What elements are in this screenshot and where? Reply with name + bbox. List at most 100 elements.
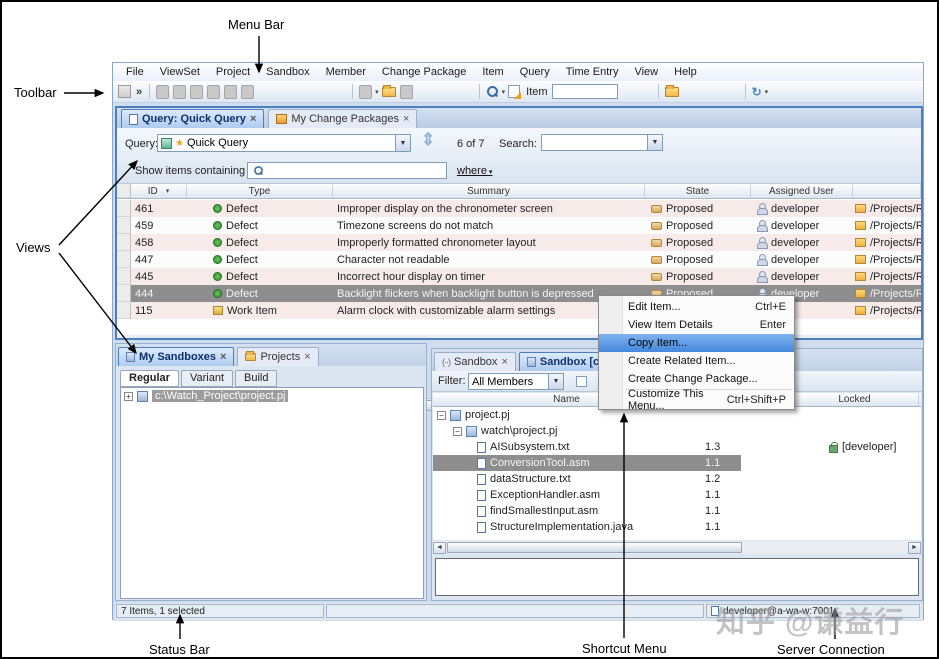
refresh-icon[interactable] — [752, 85, 762, 99]
member-description-box[interactable] — [435, 558, 919, 596]
table-row-459[interactable]: 459 Defect Timezone screens do not match… — [117, 217, 921, 234]
document-icon-6[interactable] — [241, 85, 254, 99]
member-action-icon-2[interactable] — [400, 85, 413, 99]
menu-time-entry[interactable]: Time Entry — [559, 64, 626, 80]
range-indicator: 6 of 7 — [457, 138, 485, 150]
document-icon-5[interactable] — [224, 85, 237, 99]
scrollbar-thumb[interactable] — [447, 542, 742, 553]
document-icon-4[interactable] — [207, 85, 220, 99]
subtab-regular[interactable]: Regular — [120, 370, 179, 387]
chevron-down-icon[interactable] — [375, 88, 379, 96]
row-handle[interactable] — [117, 200, 131, 217]
menu-member[interactable]: Member — [319, 64, 373, 80]
table-row-447[interactable]: 447 Defect Character not readable Propos… — [117, 251, 921, 268]
tree-row-file[interactable]: AISubsystem.txt 1.3 [developer] — [433, 439, 921, 455]
member-action-icon[interactable] — [359, 85, 372, 99]
menu-item-customize-this-menu[interactable]: Customize This Menu... Ctrl+Shift+P — [599, 391, 794, 409]
tree-row-file[interactable]: StructureImplementation.java 1.1 — [433, 519, 921, 535]
row-handle[interactable] — [117, 217, 131, 234]
cell-state: Proposed — [645, 251, 751, 268]
subtab-build[interactable]: Build — [235, 370, 277, 387]
column-id[interactable]: ID — [131, 184, 187, 198]
tab-my-change-packages[interactable]: My Change Packages — [268, 109, 417, 128]
document-icon-1[interactable] — [156, 85, 169, 99]
menu-file[interactable]: File — [119, 64, 151, 80]
table-row-115[interactable]: 115 Work Item Alarm clock with customiza… — [117, 302, 921, 319]
menu-change-package[interactable]: Change Package — [375, 64, 473, 80]
expand-icon[interactable]: + — [124, 392, 133, 401]
row-handle[interactable] — [117, 285, 131, 302]
menu-view[interactable]: View — [627, 64, 665, 80]
tab-close-icon[interactable] — [403, 113, 409, 125]
subtab-variant[interactable]: Variant — [181, 370, 233, 387]
item-id-input[interactable] — [552, 84, 618, 99]
filter-checkbox[interactable] — [576, 376, 587, 387]
toolbar-overflow-chevron-icon[interactable] — [136, 86, 142, 98]
item-field-label: Item — [526, 86, 547, 98]
sandbox-root-row[interactable]: + c:\Watch_Project\project.pj — [121, 388, 423, 404]
menu-item-create-change-package[interactable]: Create Change Package... — [599, 370, 794, 388]
row-handle[interactable] — [117, 251, 131, 268]
tab-query-quick-query[interactable]: Query: Quick Query — [121, 109, 264, 128]
edit-item-icon[interactable] — [508, 85, 520, 98]
cell-assigned-user: developer — [751, 234, 853, 251]
detail-horizontal-scrollbar[interactable] — [433, 541, 921, 554]
search-icon[interactable] — [486, 85, 499, 98]
create-sandbox-icon[interactable] — [665, 87, 679, 97]
column-project[interactable] — [853, 184, 921, 198]
row-handle[interactable] — [117, 268, 131, 285]
tab-close-icon[interactable] — [304, 351, 310, 363]
table-row-444-selected[interactable]: 444 Defect Backlight flickers when backl… — [117, 285, 921, 302]
document-icon-2[interactable] — [173, 85, 186, 99]
column-locked[interactable]: Locked — [791, 393, 919, 406]
tree-row-subproject[interactable]: −watch\project.pj — [433, 423, 921, 439]
collapse-icon[interactable]: − — [453, 427, 462, 436]
menu-item-edit-item[interactable]: Edit Item... Ctrl+E — [599, 298, 794, 316]
dropdown-button[interactable] — [395, 135, 410, 151]
menu-help[interactable]: Help — [667, 64, 704, 80]
tab-projects[interactable]: Projects — [237, 347, 318, 366]
table-row-461[interactable]: 461 Defect Improper display on the chron… — [117, 200, 921, 217]
collapse-icon[interactable]: − — [437, 411, 446, 420]
tab-shared-sandbox[interactable]: Sandbox — [434, 352, 516, 371]
column-assigned-user[interactable]: Assigned User — [751, 184, 853, 198]
tab-my-sandboxes[interactable]: My Sandboxes — [118, 347, 234, 366]
menu-viewset[interactable]: ViewSet — [153, 64, 207, 80]
chevron-down-icon[interactable] — [765, 88, 769, 96]
menu-item-copy-item[interactable]: Copy Item... — [599, 334, 794, 352]
resize-arrows-icon[interactable] — [421, 130, 435, 150]
menu-sandbox[interactable]: Sandbox — [259, 64, 316, 80]
menu-item-view-item-details[interactable]: View Item Details Enter — [599, 316, 794, 334]
tree-row-file[interactable]: ExceptionHandler.asm 1.1 — [433, 487, 921, 503]
tab-close-icon[interactable] — [501, 356, 507, 368]
column-type[interactable]: Type — [187, 184, 333, 198]
row-handle[interactable] — [117, 234, 131, 251]
scroll-left-icon[interactable] — [433, 542, 446, 554]
query-combobox[interactable]: Quick Query — [157, 134, 411, 152]
menu-project[interactable]: Project — [209, 64, 257, 80]
chevron-down-icon[interactable] — [502, 88, 506, 96]
menu-item-create-related-item[interactable]: Create Related Item... — [599, 352, 794, 370]
tab-close-icon[interactable] — [250, 113, 256, 125]
document-icon-3[interactable] — [190, 85, 203, 99]
menu-query[interactable]: Query — [513, 64, 557, 80]
tree-row-file[interactable]: findSmallestInput.asm 1.1 — [433, 503, 921, 519]
tree-row-file[interactable]: dataStructure.txt 1.2 — [433, 471, 921, 487]
menu-item[interactable]: Item — [475, 64, 510, 80]
contains-input[interactable] — [247, 162, 447, 179]
tree-row-file-selected[interactable]: ConversionTool.asm 1.1 — [433, 455, 921, 471]
column-state[interactable]: State — [645, 184, 751, 198]
table-row-445[interactable]: 445 Defect Incorrect hour display on tim… — [117, 268, 921, 285]
filter-combobox[interactable]: All Members — [468, 373, 564, 390]
dropdown-button[interactable] — [548, 374, 563, 389]
tab-close-icon[interactable] — [220, 351, 226, 363]
where-link[interactable]: where — [457, 165, 492, 177]
column-summary[interactable]: Summary — [333, 184, 645, 198]
table-row-458[interactable]: 458 Defect Improperly formatted chronome… — [117, 234, 921, 251]
search-combobox[interactable] — [541, 134, 663, 151]
scroll-right-icon[interactable] — [908, 542, 921, 554]
dropdown-button[interactable] — [647, 135, 662, 150]
row-handle[interactable] — [117, 302, 131, 319]
viewset-switcher-icon[interactable] — [118, 85, 131, 98]
open-project-icon[interactable] — [382, 87, 396, 97]
